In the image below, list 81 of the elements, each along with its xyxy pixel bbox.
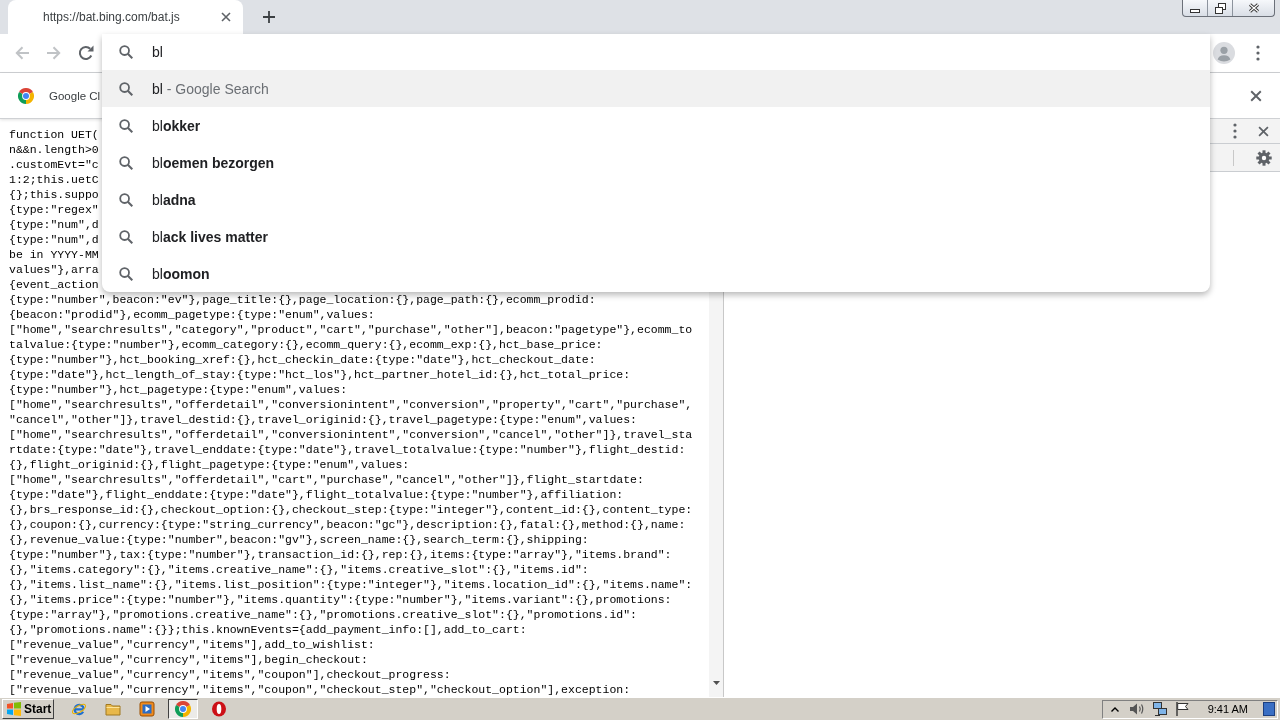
close-icon[interactable]	[1250, 89, 1262, 102]
code-line: ["revenue_value","currency","items","coupon"],checkout_progress:	[9, 667, 451, 682]
code-line: be in YYYY-MM	[9, 247, 99, 262]
suggestion-item[interactable]: black lives matter	[102, 218, 1210, 255]
code-line: ["home","searchresults","offerdetail","conversionintent","conversion","property","cart","purchase",	[9, 397, 693, 412]
suggestion-item[interactable]: bladna	[102, 181, 1210, 218]
code-line: {},flight_originid:{},flight_pagetype:{type:"enum",values:	[9, 457, 410, 472]
suggestion-item[interactable]: bloomon	[102, 255, 1210, 292]
search-icon	[119, 266, 133, 281]
menu-icon[interactable]	[1233, 123, 1237, 139]
restore-icon	[1214, 2, 1226, 14]
speaker-icon[interactable]	[1128, 701, 1145, 717]
code-line: {type:"number"},hct_pagetype:{type:"enum",values:	[9, 382, 348, 397]
code-line: {type:"number",beacon:"ev"},page_title:{},page_location:{},page_path:{},ecomm_prodid:	[9, 292, 596, 307]
code-line: values"},arra	[9, 262, 99, 277]
code-line: ["home","searchresults","offerdetail","conversionintent","conversion","cancel","other"]},travel_sta	[9, 427, 693, 442]
code-line: "cancel","other"]},travel_destid:{},travel_originid:{},travel_pagetype:{type:"enum",values:	[9, 412, 637, 427]
search-icon	[119, 229, 133, 244]
scroll-down-icon[interactable]	[712, 681, 720, 685]
code-line: 1:2;this.uetC	[9, 172, 99, 187]
reload-icon[interactable]	[78, 45, 94, 61]
play-tile-icon	[139, 701, 155, 717]
code-line: ["revenue_value","currency","items"],begin_checkout:	[9, 652, 368, 667]
code-line: {},"items.category":{},"items.creative_name":{},"items.creative_slot":{},"items.id":	[9, 562, 589, 577]
close-icon[interactable]	[1258, 125, 1269, 137]
network-icon[interactable]	[1151, 701, 1168, 717]
flag-icon[interactable]	[1174, 701, 1189, 717]
code-line: {},"items.price":{type:"number"},"items.quantity":{type:"number"},"items.variant":{},promotions:	[9, 592, 672, 607]
code-line: ["revenue_value","currency","items","coupon","checkout_step","checkout_option"],exception:	[9, 682, 631, 697]
code-line: ["home","searchresults","offerdetail","cart","purchase","cancel","other"]},flight_startdate:	[9, 472, 644, 487]
chevron-up-icon[interactable]	[1110, 706, 1119, 712]
settings-icon[interactable]	[1256, 149, 1272, 166]
infobar-message: Google Cl	[49, 89, 101, 102]
taskbar-button[interactable]	[168, 699, 198, 719]
code-line: {},"promotions.name":{}};this.knownEvents={add_payment_info:[],add_to_cart:	[9, 622, 527, 637]
code-line: {type:"date"},flight_enddate:{type:"date"},flight_totalvalue:{type:"number"},affiliation:	[9, 487, 624, 502]
search-icon	[119, 45, 133, 59]
search-icon	[119, 192, 133, 207]
code-line: {beacon:"prodid"},ecomm_pagetype:{type:"enum",values:	[9, 307, 375, 322]
code-line: rtdate:{type:"date"},travel_enddate:{type:"date"},travel_totalvalue:{type:"number"},flight_destid:	[9, 442, 686, 457]
search-icon	[119, 155, 133, 170]
folder-icon	[105, 701, 121, 717]
suggestion-item[interactable]: bl - Google Search	[102, 70, 1210, 107]
code-line: ["revenue_value","currency","items"],add_to_wishlist:	[9, 637, 375, 652]
code-line: {},revenue_value:{type:"number",beacon:"gv"},screen_name:{},search_term:{},shipping:	[9, 532, 589, 547]
new-tab-icon[interactable]	[263, 11, 275, 23]
code-line: function UET(	[9, 127, 99, 142]
code-line: {type:"array"},"promotions.creative_name":{},"promotions.creative_slot":{},"promotions.id":	[9, 607, 637, 622]
start-button[interactable]: Start	[2, 699, 54, 719]
suggestion-item[interactable]: bloemen bezorgen	[102, 144, 1210, 181]
code-line: talvalue:{type:"number"},ecomm_category:{},ecomm_query:{},ecomm_exp:{},hct_base_price:	[9, 337, 603, 352]
search-icon	[119, 81, 133, 96]
code-line: {type:"num",d	[9, 232, 99, 247]
code-line: {type:"date"},hct_length_of_stay:{type:"hct_los"},hct_partner_hotel_id:{},hct_total_price:	[9, 367, 631, 382]
code-line: .customEvt="c	[9, 157, 99, 172]
menu-icon[interactable]	[1256, 45, 1260, 61]
code-line: {type:"number"},tax:{type:"number"},transaction_id:{},rep:{},items:{type:"array"},"items.brand":	[9, 547, 672, 562]
code-line: {},"items.list_name":{},"items.list_position":{type:"integer"},"items.location_id":{},"items.name":	[9, 577, 693, 592]
suggestion-item[interactable]: blokker	[102, 107, 1210, 144]
code-line: {};this.suppo	[9, 187, 99, 202]
minimize-icon	[1190, 9, 1200, 13]
close-icon	[1247, 3, 1260, 13]
code-line: n&&n.length>0	[9, 142, 99, 157]
e-logo-icon	[71, 701, 87, 717]
code-line: {},coupon:{},currency:{type:"string_currency",beacon:"gc"},description:{},fatal:{},method:{},name:	[9, 517, 686, 532]
code-line: {event_action	[9, 277, 99, 292]
code-line: {type:"num",d	[9, 217, 99, 232]
browser-logo-icon	[18, 87, 34, 104]
clock-time[interactable]: 9:41 AM	[1207, 703, 1248, 715]
code-line: {type:"number"},hct_booking_xref:{},hct_checkin_date:{type:"date"},hct_checkout_date:	[9, 352, 596, 367]
ring-logo-icon	[211, 701, 227, 717]
tab[interactable]: https://bat.bing.com/bat.js	[8, 0, 243, 34]
close-icon[interactable]	[221, 12, 231, 22]
browser-logo-icon	[175, 701, 191, 717]
address-field[interactable]: bl	[149, 37, 1192, 67]
code-line: {type:"regex"	[9, 202, 99, 217]
flag-logo-icon	[6, 701, 22, 717]
search-icon	[119, 118, 133, 133]
code-line: {},brs_response_id:{},checkout_option:{},checkout_step:{type:"integer"},content_id:{},content_type:	[9, 502, 693, 517]
code-line: ["home","searchresults","category","product","cart","purchase","other"],beacon:"pagetype"},ecomm_to	[9, 322, 693, 337]
avatar-icon[interactable]	[1213, 42, 1235, 64]
